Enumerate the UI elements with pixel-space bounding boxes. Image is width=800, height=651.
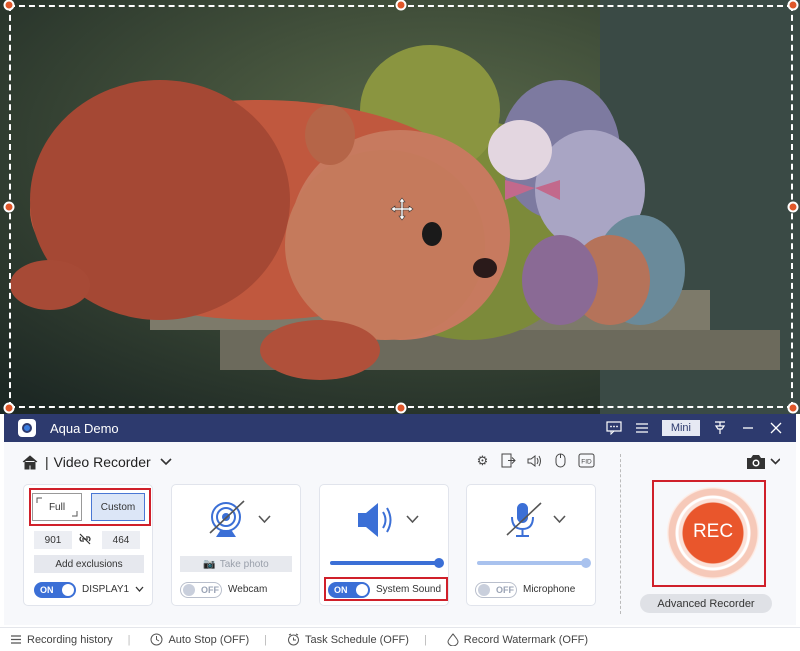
resize-handle-top-left[interactable] [3,0,15,11]
record-watermark-label: Record Watermark (OFF) [463,633,589,646]
close-icon[interactable] [762,414,790,442]
resize-handle-bottom-right[interactable] [787,402,799,414]
link-icon[interactable] [78,533,92,548]
rec-label: REC [692,521,734,542]
list-icon[interactable] [628,414,656,442]
recorder-panel: | Video Recorder ⚙ FID Full Custom 901 4… [4,442,796,625]
resize-handle-bottom[interactable] [395,402,407,414]
status-bar: Recording history | Auto Stop (OFF) | Ta… [0,627,800,651]
fid-icon[interactable]: FID [578,452,595,469]
pin-icon[interactable] [706,414,734,442]
webcam-toggle[interactable]: OFF [180,582,222,598]
task-schedule-label: Task Schedule (OFF) [305,633,409,646]
system-sound-toggle-text: ON [334,585,348,595]
panel-divider [620,454,621,614]
add-exclusions-button[interactable]: Add exclusions [34,555,144,573]
recording-history-label: Recording history [27,633,113,646]
mouse-icon[interactable] [552,452,569,469]
mini-mode-button[interactable]: Mini [661,420,700,436]
mode-selector[interactable]: | Video Recorder [22,454,172,470]
watermark-icon [447,633,459,646]
area-toggle-text: ON [40,585,54,595]
resize-handle-right[interactable] [787,201,799,213]
mode-label: Video Recorder [53,454,151,470]
home-icon[interactable] [22,454,38,470]
screenshot-control[interactable] [746,454,781,474]
area-toggle[interactable]: ON [34,582,76,598]
display-label: DISPLAY1 [82,584,130,595]
capture-preview[interactable] [0,0,800,414]
header-separator: | [45,454,49,470]
mic-chevron-icon[interactable] [553,515,566,524]
area-card: Full Custom 901 464 Add exclusions ON DI… [23,484,153,606]
system-sound-volume-slider[interactable] [330,558,444,568]
microphone-toggle[interactable]: OFF [475,582,517,598]
rec-button[interactable]: REC [667,487,759,579]
list-icon [11,635,21,644]
calendar-icon [288,633,300,646]
webcam-label: Webcam [228,584,268,595]
chevron-down-icon[interactable] [160,458,172,466]
export-icon[interactable] [500,452,517,469]
microphone-volume-slider[interactable] [477,558,591,568]
custom-label: Custom [100,501,136,513]
app-title: Aqua Demo [50,420,119,436]
sound-icon [358,503,392,537]
auto-stop-label: Auto Stop (OFF) [168,633,250,646]
display-select[interactable]: DISPLAY1 [82,584,144,595]
microphone-toggle-text: OFF [496,585,514,595]
move-icon[interactable] [390,197,414,221]
system-sound-label: System Sound [376,584,442,595]
microphone-card: OFF Microphone [466,484,596,606]
feedback-icon[interactable] [600,414,628,442]
mic-muted-icon [506,502,542,537]
svg-text:FID: FID [581,459,592,466]
take-photo-camera-icon: 📷 [203,558,216,570]
resize-handle-left[interactable] [3,201,15,213]
speaker-icon[interactable] [526,452,543,469]
sound-chevron-icon[interactable] [406,515,419,524]
take-photo-label: Take photo [219,558,269,570]
gear-icon[interactable]: ⚙ [474,452,491,469]
title-bar: Aqua Demo Mini [4,414,796,442]
webcam-chevron-icon[interactable] [258,515,271,524]
rec-highlight: REC [652,480,766,587]
full-label: Full [48,501,66,513]
custom-area-button[interactable]: Custom [91,493,145,521]
app-logo [18,419,36,437]
take-photo-button[interactable]: 📷 Take photo [180,556,292,572]
resize-handle-top-right[interactable] [787,0,799,11]
resize-handle-top[interactable] [395,0,407,11]
webcam-toggle-text: OFF [201,585,219,595]
recording-history-item[interactable]: Recording history | [0,634,140,646]
webcam-card: 📷 Take photo OFF Webcam [171,484,301,606]
auto-stop-item[interactable]: Auto Stop (OFF) | [140,633,277,646]
microphone-label: Microphone [523,584,576,595]
record-watermark-item[interactable]: Record Watermark (OFF) [437,633,598,646]
system-sound-card: ON System Sound [319,484,449,606]
full-screen-button[interactable]: Full [32,493,82,521]
minimize-icon[interactable] [734,414,762,442]
task-schedule-item[interactable]: Task Schedule (OFF) | [277,633,437,646]
resize-handle-bottom-left[interactable] [3,402,15,414]
system-sound-toggle[interactable]: ON [328,582,370,598]
advanced-recorder-button[interactable]: Advanced Recorder [640,594,772,613]
webcam-icon [209,500,245,537]
clock-icon [150,633,163,646]
width-field[interactable]: 901 [34,531,72,549]
height-field[interactable]: 464 [102,531,140,549]
